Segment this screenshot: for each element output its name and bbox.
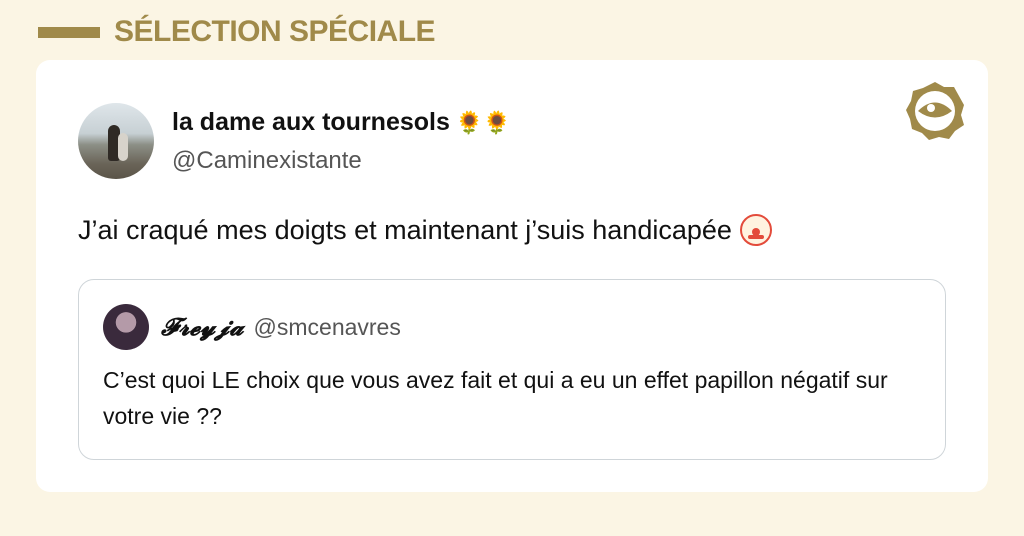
author-avatar[interactable] bbox=[78, 103, 154, 179]
author-name[interactable]: la dame aux tournesols 🌻🌻 bbox=[172, 108, 511, 137]
tweet-text: J’ai craqué mes doigts et maintenant j’s… bbox=[78, 214, 772, 246]
badge-logo-icon bbox=[906, 82, 964, 140]
author-info[interactable]: la dame aux tournesols 🌻🌻 @Caminexistant… bbox=[172, 108, 511, 175]
sunflower-emoji-icon: 🌻🌻 bbox=[455, 109, 511, 135]
author-handle[interactable]: @Caminexistante bbox=[172, 147, 511, 175]
quoted-author-handle: @smcenavres bbox=[253, 314, 401, 340]
clown-face-icon bbox=[739, 214, 772, 246]
section-title: SÉLECTION SPÉCIALE bbox=[114, 15, 436, 48]
quoted-author-avatar[interactable] bbox=[103, 304, 149, 350]
author-name-text: la dame aux tournesols bbox=[172, 108, 450, 136]
header-accent-bar bbox=[38, 26, 100, 38]
section-header: SÉLECTION SPÉCIALE bbox=[38, 14, 436, 50]
tweet-text-content: J’ai craqué mes doigts et maintenant j’s… bbox=[78, 214, 732, 245]
tweet-card[interactable]: la dame aux tournesols 🌻🌻 @Caminexistant… bbox=[36, 60, 988, 492]
quoted-tweet[interactable]: 𝓕𝓻𝓮𝔂𝓳𝓪 @smcenavres C’est quoi LE choix q… bbox=[78, 279, 946, 460]
quoted-tweet-text: C’est quoi LE choix que vous avez fait e… bbox=[103, 367, 888, 429]
quoted-author[interactable]: 𝓕𝓻𝓮𝔂𝓳𝓪 @smcenavres bbox=[161, 312, 401, 341]
quoted-author-name: 𝓕𝓻𝓮𝔂𝓳𝓪 bbox=[161, 312, 244, 341]
